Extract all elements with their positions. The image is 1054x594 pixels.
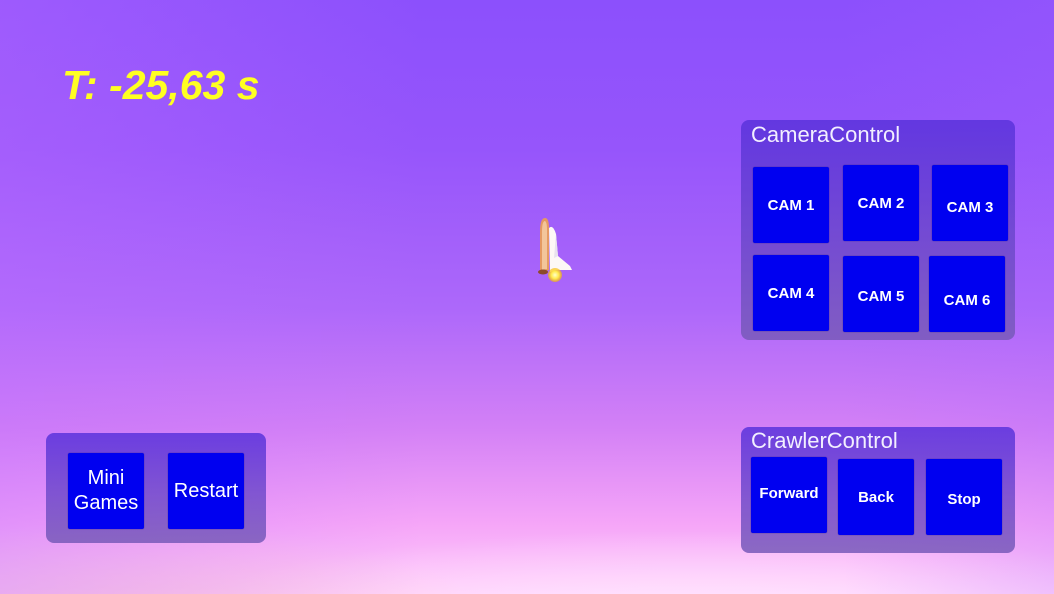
crawler-control-panel: CrawlerControl Forward Back Stop [741,427,1015,553]
mini-games-button[interactable]: Mini Games [68,453,144,529]
camera-control-panel: CameraControl CAM 1 CAM 2 CAM 3 CAM 4 CA… [741,120,1015,340]
cam-1-button[interactable]: CAM 1 [753,167,829,243]
stop-button[interactable]: Stop [926,459,1002,535]
restart-button[interactable]: Restart [168,453,244,529]
countdown-timer: T: -25,63 s [62,62,260,108]
cam-3-button[interactable]: CAM 3 [932,165,1008,241]
forward-button[interactable]: Forward [751,457,827,533]
cam-5-button[interactable]: CAM 5 [843,256,919,332]
cam-6-button[interactable]: CAM 6 [929,256,1005,332]
back-button[interactable]: Back [838,459,914,535]
space-shuttle-icon [538,218,572,282]
crawler-control-title: CrawlerControl [751,428,898,453]
cam-4-button[interactable]: CAM 4 [753,255,829,331]
cam-2-button[interactable]: CAM 2 [843,165,919,241]
game-menu-panel: Mini Games Restart [46,433,266,543]
camera-control-title: CameraControl [751,122,901,147]
